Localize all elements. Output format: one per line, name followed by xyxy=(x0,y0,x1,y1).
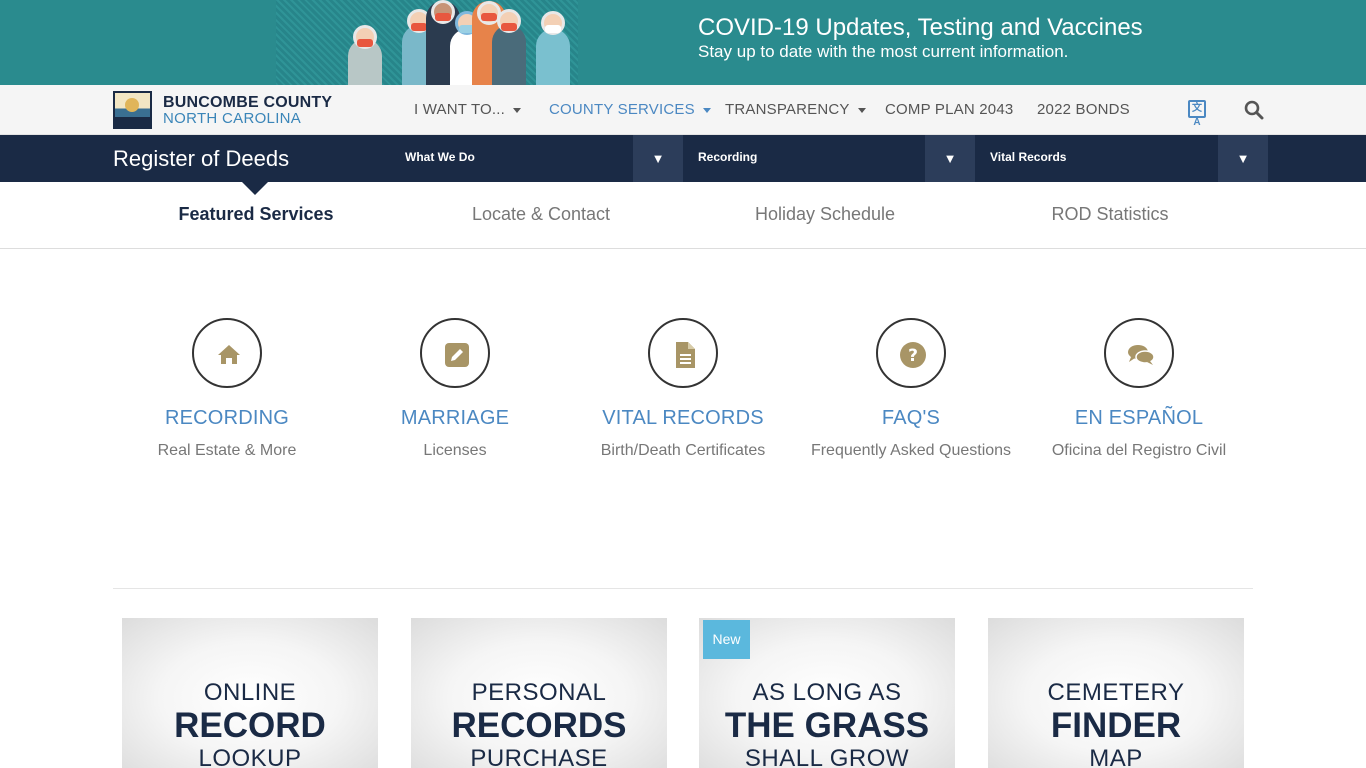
service-en-espanol[interactable]: EN ESPAÑOL Oficina del Registro Civil xyxy=(1019,318,1259,460)
brand-state[interactable]: NORTH CAROLINA xyxy=(163,110,301,127)
new-badge: New xyxy=(703,620,750,659)
nav-comp-plan[interactable]: COMP PLAN 2043 xyxy=(885,101,1013,118)
svg-text:?: ? xyxy=(908,346,918,366)
question-icon[interactable]: ? xyxy=(876,318,946,388)
service-description: Real Estate & More xyxy=(157,442,297,459)
nav-county-services[interactable]: COUNTY SERVICES xyxy=(549,101,711,118)
service-description: Birth/Death Certificates xyxy=(600,442,766,459)
search-icon[interactable] xyxy=(1244,100,1264,120)
service-vital-records[interactable]: VITAL RECORDS Birth/Death Certificates xyxy=(563,318,803,460)
worker-figure xyxy=(492,9,526,85)
tab-rod-statistics[interactable]: ROD Statistics xyxy=(1051,204,1168,225)
dropdown-arrow-icon[interactable]: ▼ xyxy=(1218,135,1268,182)
section-divider xyxy=(113,588,1253,589)
service-name[interactable]: EN ESPAÑOL xyxy=(1019,407,1259,430)
dropdown-recording[interactable]: Recording ▼ xyxy=(683,135,975,182)
translate-icon[interactable]: 文A xyxy=(1188,100,1206,128)
dropdown-vital-records[interactable]: Vital Records ▼ xyxy=(975,135,1268,182)
dropdown-what-we-do[interactable]: What We Do ▼ xyxy=(390,135,683,182)
chat-icon[interactable] xyxy=(1104,318,1174,388)
service-recording[interactable]: RECORDING Real Estate & More xyxy=(107,318,347,460)
dropdown-arrow-icon[interactable]: ▼ xyxy=(925,135,975,182)
county-logo-icon[interactable] xyxy=(113,91,152,129)
caret-down-icon xyxy=(702,107,711,113)
caret-down-icon xyxy=(857,107,866,113)
nav-transparency[interactable]: TRANSPARENCY xyxy=(725,101,866,118)
dropdown-arrow-icon[interactable]: ▼ xyxy=(633,135,683,182)
document-icon[interactable] xyxy=(648,318,718,388)
nav-i-want-to[interactable]: I WANT TO... xyxy=(414,101,522,118)
edit-icon[interactable] xyxy=(420,318,490,388)
healthcare-workers-illustration xyxy=(276,0,578,85)
service-name[interactable]: RECORDING xyxy=(107,407,347,430)
department-bar: Register of Deeds What We Do ▼ Recording… xyxy=(0,135,1366,195)
covid-banner-subtitle[interactable]: Stay up to date with the most current in… xyxy=(698,42,1068,62)
home-icon[interactable] xyxy=(192,318,262,388)
department-title[interactable]: Register of Deeds xyxy=(113,146,289,172)
caret-down-icon xyxy=(513,107,522,113)
main-navigation: BUNCOMBE COUNTY NORTH CAROLINA I WANT TO… xyxy=(0,85,1366,135)
worker-figure xyxy=(348,25,382,85)
covid-banner[interactable]: COVID-19 Updates, Testing and Vaccines S… xyxy=(0,0,1366,85)
nav-bonds[interactable]: 2022 BONDS xyxy=(1037,101,1130,118)
service-description: Licenses xyxy=(423,442,487,459)
card-cemetery-finder-map[interactable]: CEMETERY FINDER MAP xyxy=(988,618,1244,768)
tab-featured-services[interactable]: Featured Services xyxy=(178,204,333,225)
card-personal-records-purchase[interactable]: PERSONAL RECORDS PURCHASE xyxy=(411,618,667,768)
section-tabs: Featured Services Locate & Contact Holid… xyxy=(0,182,1366,249)
service-name[interactable]: FAQ'S xyxy=(791,407,1031,430)
card-online-record-lookup[interactable]: ONLINE RECORD LOOKUP xyxy=(122,618,378,768)
service-name[interactable]: VITAL RECORDS xyxy=(563,407,803,430)
service-faqs[interactable]: ? FAQ'S Frequently Asked Questions xyxy=(791,318,1031,460)
tab-locate-contact[interactable]: Locate & Contact xyxy=(472,204,610,225)
covid-banner-title[interactable]: COVID-19 Updates, Testing and Vaccines xyxy=(698,14,1143,42)
service-marriage[interactable]: MARRIAGE Licenses xyxy=(335,318,575,460)
tab-holiday-schedule[interactable]: Holiday Schedule xyxy=(755,204,895,225)
service-name[interactable]: MARRIAGE xyxy=(335,407,575,430)
service-description: Frequently Asked Questions xyxy=(810,442,1012,459)
service-description: Oficina del Registro Civil xyxy=(1051,442,1227,459)
worker-figure xyxy=(536,11,570,85)
